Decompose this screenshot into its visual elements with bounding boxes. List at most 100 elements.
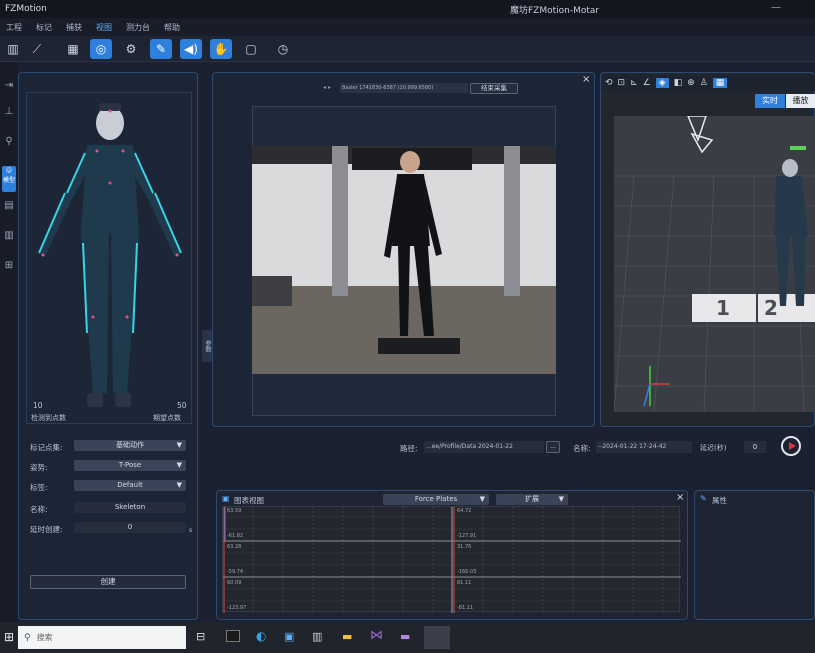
line-chart-icon[interactable]: ⟋ <box>26 39 48 59</box>
chevron-down-icon: ▼ <box>176 481 182 489</box>
properties-title: 属性 <box>712 496 727 505</box>
menu-bar: 工程 标记 捕获 视图 测力台 帮助 <box>0 18 815 36</box>
graph-left-label-2: 63.28 <box>227 544 242 550</box>
record-button[interactable] <box>781 436 801 456</box>
terminal-icon[interactable] <box>226 630 240 642</box>
graph-type-value: 扩展 <box>525 495 539 503</box>
mail-icon[interactable]: ▣ <box>284 630 294 643</box>
search-icon: ⚲ <box>24 632 31 643</box>
side-tool-3-icon[interactable]: ⚲ <box>2 136 16 150</box>
windows-start-icon[interactable]: ⊞ <box>4 630 14 644</box>
graph-type-select[interactable]: 扩展 ▼ <box>496 494 568 505</box>
side-tool-1-icon[interactable]: ⇥ <box>2 80 16 94</box>
hand-icon[interactable]: ✋ <box>210 39 232 59</box>
menu-item-force-plate[interactable]: 测力台 <box>126 22 150 33</box>
menu-item-project[interactable]: 工程 <box>6 22 22 33</box>
properties-panel <box>694 490 815 620</box>
record-name-input[interactable]: --2024-01-22 17-24-42 <box>596 441 692 453</box>
marker-set-select[interactable]: 基础动作 ▼ <box>74 440 186 451</box>
pose-label: 姿势: <box>30 463 48 472</box>
name-input[interactable]: Skeleton <box>74 502 186 513</box>
wrench-icon: ✎ <box>700 494 707 503</box>
toolbar: ▥ ⟋ ▦ ◎ ⚙ ✎ ◀) ✋ ▢ ◷ <box>0 36 815 62</box>
tag-select[interactable]: Default ▼ <box>74 480 186 491</box>
detected-markers-label: 检测到点数 <box>31 414 66 422</box>
speaker-icon[interactable]: ◀) <box>180 39 202 59</box>
target-icon[interactable]: ⊕ <box>687 78 695 88</box>
refresh-icon[interactable]: ⟲ <box>605 78 613 88</box>
box-icon[interactable]: ▢ <box>240 39 262 59</box>
graph-icon: ▣ <box>222 494 230 503</box>
side-tool-6-icon[interactable]: ▥ <box>2 230 16 244</box>
close-icon[interactable]: × <box>582 74 590 85</box>
name-label: 名称: <box>30 505 48 514</box>
taskbar-search-placeholder: 搜索 <box>36 633 53 642</box>
tag-label: 标签: <box>30 483 48 492</box>
fzmotion-taskbar-button[interactable] <box>424 626 450 649</box>
play-record-icon <box>788 442 796 450</box>
stop-capture-button[interactable]: 结束采集 <box>470 83 518 94</box>
graph-panel-title: 图表视图 <box>234 496 264 505</box>
graph-right-label-1: -127.91 <box>457 533 477 539</box>
crop-icon[interactable]: ⊡ <box>618 78 626 88</box>
create-button[interactable]: 创建 <box>30 575 186 589</box>
app-icon[interactable]: ▥ <box>312 630 322 643</box>
record-delay-input[interactable]: 0 <box>744 441 766 453</box>
taskbar-search[interactable]: ⚲ 搜索 <box>18 626 186 649</box>
graph-source-select[interactable]: Force Plates ▼ <box>383 494 489 505</box>
left-side-toolbar: ⇥ ⊥ ⚲ ☺ 模型 ▤ ▥ ⊞ <box>0 62 18 622</box>
graph-right-label-2: 31.76 <box>457 544 472 550</box>
tab-playback[interactable]: 播放 <box>786 94 815 108</box>
graph-left-label-1: -61.82 <box>227 533 244 539</box>
menu-item-capture[interactable]: 捕获 <box>66 22 82 33</box>
marker-set-select-value: 基础动作 <box>116 441 144 449</box>
camera-icon[interactable]: ◎ <box>90 39 112 59</box>
task-view-icon[interactable]: ⊟ <box>196 630 205 643</box>
stats-icon[interactable]: ▥ <box>2 39 24 59</box>
menu-item-marker[interactable]: 标记 <box>36 22 52 33</box>
side-tool-2-icon[interactable]: ⊥ <box>2 106 16 120</box>
app-2-icon[interactable]: ▬ <box>400 630 410 643</box>
draw-icon[interactable]: ∠ <box>643 78 651 88</box>
tag-select-value: Default <box>117 481 143 489</box>
detected-markers-value: 10 <box>33 401 43 410</box>
wrench-icon[interactable]: ✎ <box>150 39 172 59</box>
visual-studio-icon[interactable]: ⋈ <box>370 628 383 643</box>
ruler-icon[interactable]: ⊾ <box>630 78 638 88</box>
delay-create-value: 0 <box>127 523 133 531</box>
select-icon[interactable]: ◈ <box>655 78 669 88</box>
edge-browser-icon[interactable]: ◐ <box>256 629 266 643</box>
tab-realtime[interactable]: 实时 <box>755 94 785 108</box>
params-side-tab[interactable]: 参数 <box>202 330 212 362</box>
floor-number-2: 2 <box>764 296 778 320</box>
graph-left-label-4: 60.09 <box>227 580 242 586</box>
delay-create-input[interactable]: 0 <box>74 522 186 533</box>
menu-item-help[interactable]: 帮助 <box>164 22 180 33</box>
delay-create-unit: s <box>189 527 193 534</box>
pose-select[interactable]: T-Pose ▼ <box>74 460 186 471</box>
menu-item-view[interactable]: 视图 <box>96 22 112 33</box>
camera-label: Basler 1741830-6387 (10.999.6580) <box>340 83 468 93</box>
skeleton-icon[interactable]: ♙ <box>700 78 708 88</box>
layers-icon[interactable]: ◧ <box>674 78 683 88</box>
clock-icon[interactable]: ◷ <box>272 39 294 59</box>
side-tool-model[interactable]: ☺ 模型 <box>2 166 16 192</box>
chevron-down-icon: ▼ <box>558 495 564 503</box>
side-tool-7-icon[interactable]: ⊞ <box>2 260 16 274</box>
record-delay-label: 延迟(秒) <box>700 444 727 452</box>
browse-button[interactable]: ... <box>546 441 560 453</box>
side-tool-model-label: 模型 <box>2 177 15 184</box>
graph-grid <box>223 507 681 613</box>
graph-right-label-0: 64.72 <box>457 508 472 514</box>
gear-icon[interactable]: ⚙ <box>120 39 142 59</box>
file-explorer-icon[interactable]: ▬ <box>342 630 352 643</box>
side-tool-5-icon[interactable]: ▤ <box>2 200 16 214</box>
camera-nav-icon[interactable]: ◂ ▸ <box>323 84 331 91</box>
path-input[interactable]: ...ee/Profile/Data 2024-01-22 <box>424 441 544 453</box>
grid-icon[interactable]: ▦ <box>62 39 84 59</box>
minimize-icon[interactable]: — <box>771 2 781 13</box>
avatar-figure <box>38 103 182 407</box>
marker-set-label: 标记点集: <box>30 443 63 452</box>
grid-toggle-icon[interactable]: ▦ <box>712 78 728 88</box>
close-icon[interactable]: × <box>676 492 684 503</box>
